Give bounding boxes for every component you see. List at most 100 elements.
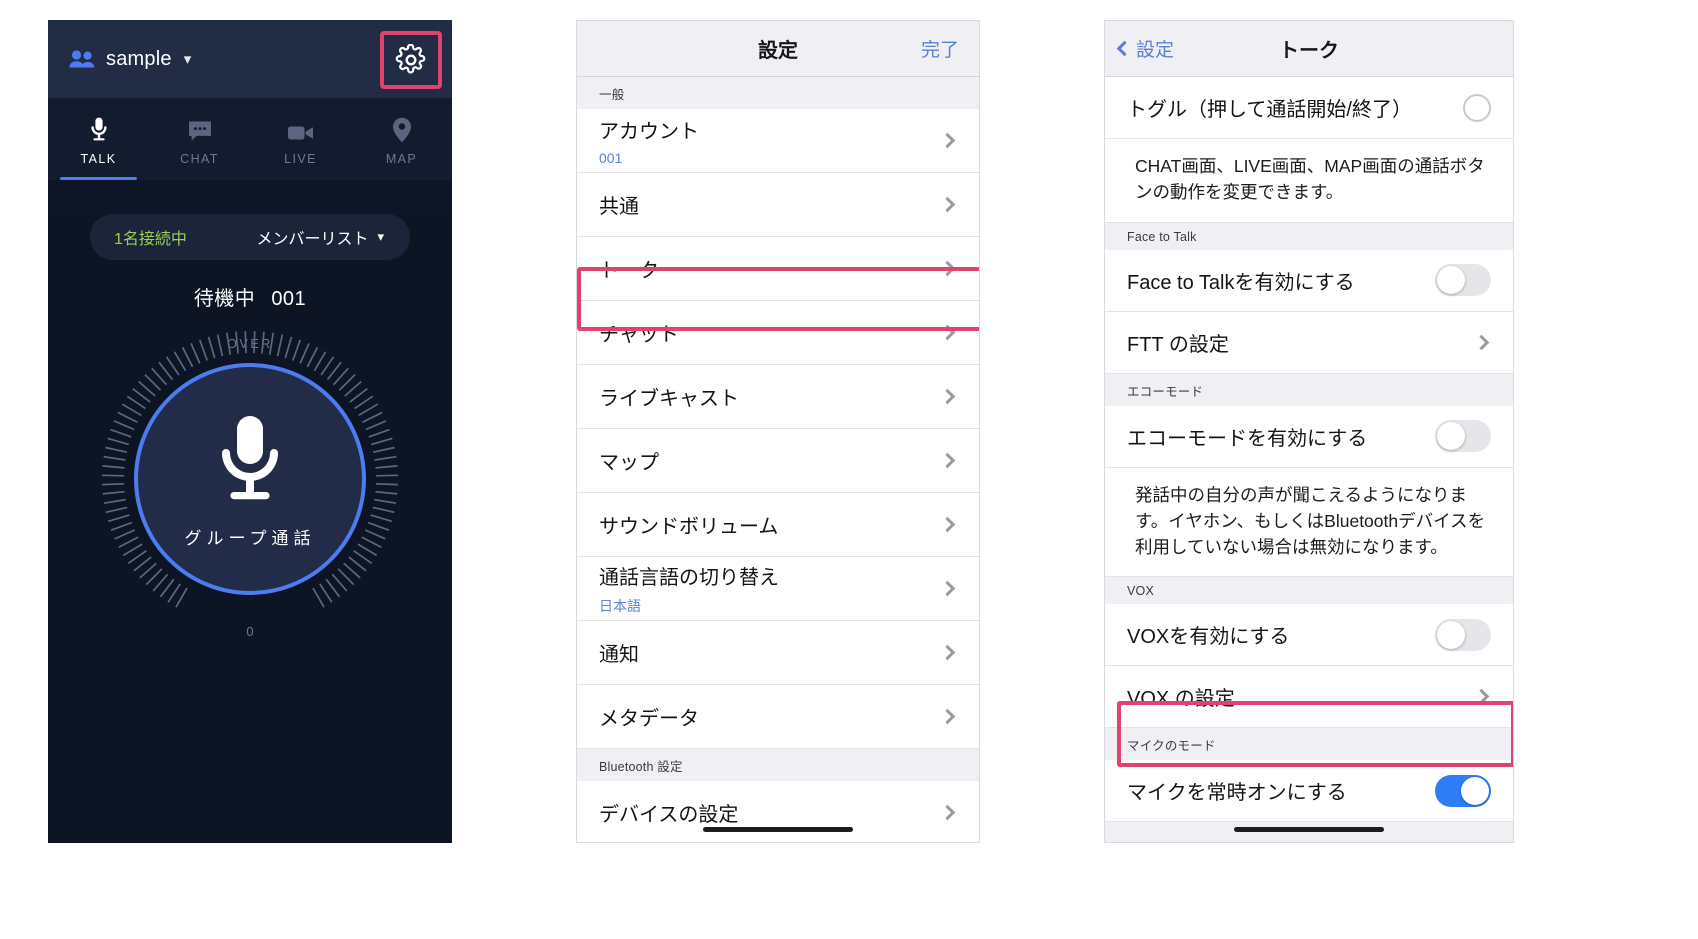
- settings-gear-button[interactable]: [380, 31, 442, 89]
- chevron-right-icon: [939, 196, 956, 213]
- talk-settings-title: トーク: [1279, 40, 1339, 62]
- video-camera-icon: [287, 117, 315, 143]
- talk-settings-row[interactable]: VOX の設定: [1105, 666, 1513, 729]
- talk-settings-list[interactable]: トグル（押して通話開始/終了） CHAT画面、LIVE画面、MAP画面の通話ボタン…: [1105, 77, 1513, 842]
- settings-row-value: 日本語: [599, 598, 641, 614]
- section-header: Face to Talk: [1105, 222, 1513, 250]
- settings-row[interactable]: サウンドボリューム: [577, 493, 979, 557]
- group-selector[interactable]: sample ▾: [68, 48, 191, 71]
- member-list-bar[interactable]: 1名接続中 メンバーリスト ▾: [90, 214, 410, 260]
- map-pin-icon: [392, 117, 412, 143]
- settings-row[interactable]: ライブキャスト: [577, 365, 979, 429]
- talk-settings-row-label: マイクを常時オンにする: [1127, 782, 1347, 805]
- section-header: エコーモード: [1105, 373, 1513, 406]
- talk-settings-row-label: Face to Talkを有効にする: [1127, 271, 1355, 294]
- settings-row-label: サウンドボリューム: [599, 516, 779, 538]
- settings-row[interactable]: マップ: [577, 429, 979, 493]
- done-button[interactable]: 完了: [921, 35, 959, 62]
- settings-row-label: デバイスの設定: [599, 804, 739, 826]
- call-status-id: 001: [271, 288, 307, 310]
- microphone-icon: [88, 117, 110, 143]
- talk-settings-row-label: VOXを有効にする: [1127, 626, 1290, 649]
- section-description: CHAT画面、LIVE画面、MAP画面の通話ボタンの動作を変更できます。: [1105, 139, 1513, 223]
- chevron-right-icon: [939, 260, 956, 277]
- settings-row[interactable]: 通話言語の切り替え 日本語: [577, 557, 979, 621]
- tab-talk-label: TALK: [80, 151, 117, 166]
- settings-row-label: アカウント: [599, 121, 699, 143]
- toggle-switch[interactable]: [1435, 774, 1491, 807]
- home-indicator: [1234, 827, 1384, 832]
- toggle-switch[interactable]: [1435, 264, 1491, 296]
- radio-icon[interactable]: [1463, 93, 1491, 122]
- section-header: Bluetooth 設定: [577, 749, 979, 781]
- chevron-right-icon: [939, 324, 956, 341]
- settings-row-label: チャット: [599, 324, 679, 346]
- settings-panel: 設定 完了 一般 アカウント 001 共通トークチャットライブキャスト マップサウンドボ…: [576, 20, 980, 843]
- chevron-right-icon: [1473, 688, 1490, 705]
- toggle-switch[interactable]: [1435, 618, 1491, 651]
- settings-row[interactable]: トーク: [577, 237, 979, 301]
- chevron-right-icon: [939, 516, 956, 533]
- settings-row[interactable]: アカウント 001: [577, 109, 979, 173]
- talk-settings-row[interactable]: Face to Talkを有効にする: [1105, 249, 1513, 312]
- settings-row[interactable]: 通知: [577, 621, 979, 685]
- talk-settings-row[interactable]: エコーモードを有効にする: [1105, 405, 1513, 468]
- call-status-state: 待機中: [193, 288, 256, 310]
- settings-title: 設定: [758, 40, 798, 62]
- talk-settings-row-label: VOX の設定: [1127, 688, 1235, 711]
- chevron-right-icon: [939, 388, 956, 405]
- talk-tabbar: TALK CHAT LIVE MAP: [48, 98, 452, 180]
- toggle-switch[interactable]: [1435, 420, 1491, 452]
- talk-settings-row[interactable]: トグル（押して通話開始/終了）: [1105, 77, 1513, 139]
- group-name: sample: [106, 47, 172, 70]
- chat-bubble-icon: [187, 117, 213, 143]
- tab-chat-label: CHAT: [180, 151, 219, 166]
- home-indicator: [703, 827, 853, 832]
- settings-navbar: 設定 完了: [577, 21, 979, 77]
- settings-row-label: マップ: [599, 452, 659, 474]
- gear-icon: [395, 44, 427, 76]
- microphone-icon: [214, 413, 286, 510]
- chevron-right-icon: [939, 708, 956, 725]
- section-description: 発話中の自分の声が聞こえるようになります。イヤホン、もしくはBluetoothデ…: [1105, 467, 1513, 578]
- toggle-knob: [1437, 422, 1465, 450]
- member-list-toggle[interactable]: メンバーリスト ▾: [256, 225, 384, 249]
- settings-row-label: メタデータ: [599, 708, 699, 730]
- settings-row[interactable]: チャット: [577, 301, 979, 365]
- talk-settings-row-label: FTT の設定: [1127, 333, 1229, 356]
- talk-settings-row[interactable]: FTT の設定: [1105, 311, 1513, 374]
- talk-settings-row[interactable]: マイクを常時オンにする: [1105, 760, 1513, 823]
- talk-settings-row-label: エコーモードを有効にする: [1127, 427, 1368, 450]
- chevron-right-icon: [939, 580, 956, 597]
- tab-map[interactable]: MAP: [351, 98, 452, 180]
- tab-active-indicator: [60, 177, 137, 180]
- ptt-dial: OVER 0 グループ通話: [100, 329, 400, 639]
- settings-row[interactable]: 共通: [577, 173, 979, 237]
- talk-settings-panel: 設定 トーク トグル（押して通話開始/終了） CHAT画面、LIVE画面、MAP画…: [1104, 20, 1514, 843]
- settings-list[interactable]: 一般 アカウント 001 共通トークチャットライブキャスト マップサウンドボリューム通話…: [577, 77, 979, 842]
- call-status: 待機中 001: [48, 282, 452, 311]
- settings-row-label: トーク: [599, 260, 659, 282]
- screenshot-root: sample ▾ TALK CHAT LIVE MAP 1名接続中 メンバーリス…: [0, 0, 1698, 939]
- chevron-down-icon: ▾: [377, 229, 384, 244]
- people-icon: [68, 49, 96, 69]
- talk-topbar: sample ▾: [48, 20, 452, 98]
- toggle-knob: [1437, 620, 1465, 649]
- chevron-right-icon: [939, 644, 956, 661]
- settings-row[interactable]: メタデータ: [577, 685, 979, 749]
- tab-talk[interactable]: TALK: [48, 98, 149, 180]
- group-call-button[interactable]: グループ通話: [134, 363, 366, 595]
- section-header: 一般: [577, 77, 979, 109]
- chevron-right-icon: [939, 452, 956, 469]
- tab-map-label: MAP: [385, 151, 418, 166]
- member-list-label: メンバーリスト: [256, 231, 369, 248]
- chevron-right-icon: [1473, 334, 1490, 350]
- tab-chat[interactable]: CHAT: [149, 98, 250, 180]
- list-tail: [1105, 822, 1513, 842]
- settings-row[interactable]: デバイスの設定: [577, 781, 979, 842]
- settings-row-label: 通知: [599, 644, 639, 666]
- toggle-knob: [1461, 776, 1489, 805]
- settings-row-label: ライブキャスト: [599, 388, 739, 410]
- talk-settings-row[interactable]: VOXを有効にする: [1105, 604, 1513, 667]
- tab-live[interactable]: LIVE: [250, 98, 351, 180]
